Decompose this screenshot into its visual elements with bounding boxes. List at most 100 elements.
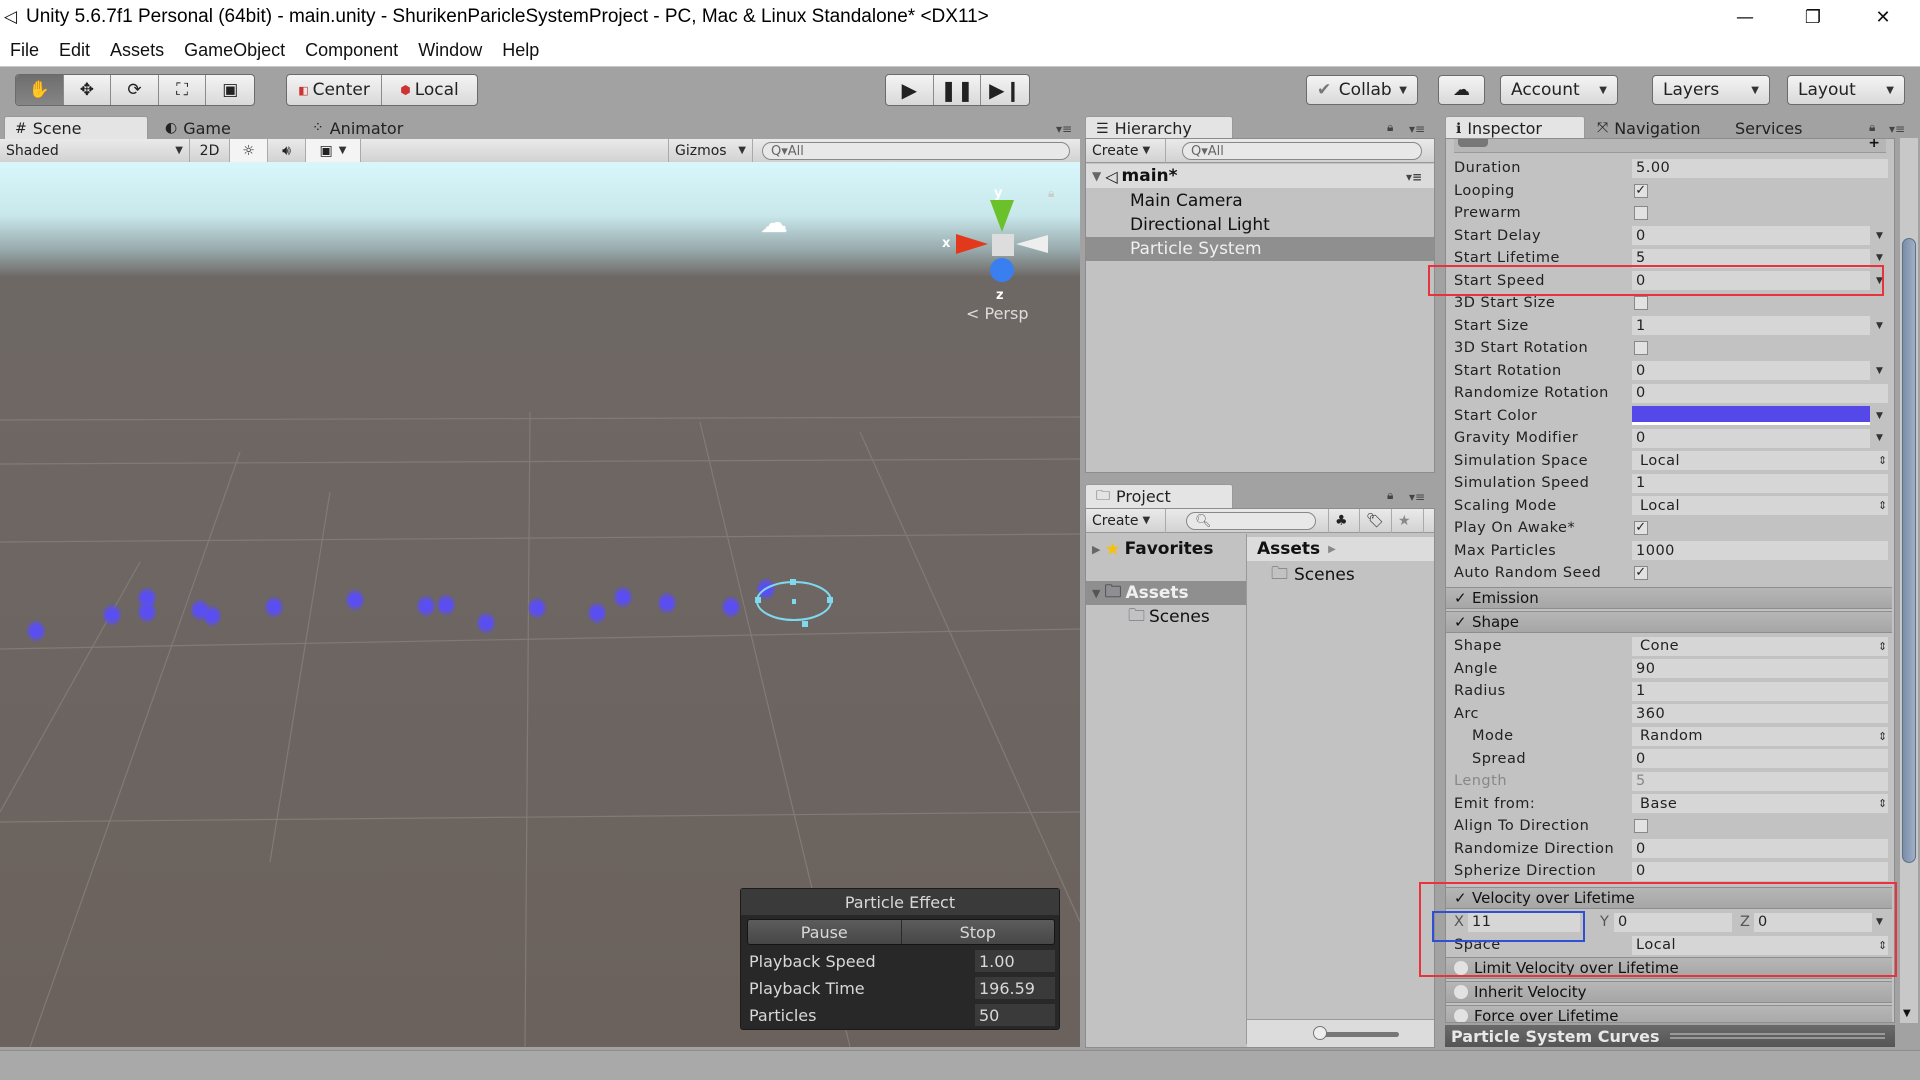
hierarchy-item-particle-system[interactable]: Particle System bbox=[1086, 237, 1434, 261]
tree-item-assets[interactable]: ▼ 🗀 Assets bbox=[1086, 581, 1246, 605]
camera-gizmo-icon[interactable]: ☁ bbox=[760, 206, 788, 239]
rect-tool-button[interactable]: ▣ bbox=[206, 75, 254, 105]
prop-field[interactable]: 360 bbox=[1632, 704, 1888, 723]
curve-mode-dropdown-icon[interactable]: ▼ bbox=[1876, 366, 1883, 376]
close-button[interactable]: ✕ bbox=[1848, 0, 1918, 34]
prop-checkbox[interactable] bbox=[1634, 206, 1648, 220]
pivot-center-button[interactable]: ◧ Center bbox=[287, 75, 382, 105]
prop-dropdown[interactable]: Random bbox=[1632, 726, 1888, 746]
project-search-input[interactable]: 🔍︎ bbox=[1186, 512, 1316, 530]
tab-navigation[interactable]: ⤧ Navigation bbox=[1587, 116, 1711, 140]
curve-mode-dropdown-icon[interactable]: ▼ bbox=[1876, 411, 1883, 421]
play-button[interactable]: ▶ bbox=[886, 75, 934, 105]
prop-checkbox[interactable]: ✓ bbox=[1634, 521, 1648, 535]
tree-item-scenes[interactable]: 🗀 Scenes bbox=[1086, 605, 1246, 629]
prop-field[interactable]: 0 bbox=[1632, 428, 1870, 448]
scroll-down-icon[interactable]: ▼ bbox=[1903, 1008, 1911, 1019]
menu-window[interactable]: Window bbox=[418, 40, 482, 61]
lock-icon[interactable]: 🔒︎ bbox=[1387, 488, 1393, 503]
prop-field[interactable]: 1 bbox=[1632, 316, 1870, 335]
prop-checkbox[interactable] bbox=[1634, 296, 1648, 310]
center-cube[interactable] bbox=[992, 234, 1014, 256]
prop-checkbox[interactable]: ✓ bbox=[1634, 566, 1648, 580]
scene-root[interactable]: ▼ ◁ main* ▾≡ bbox=[1086, 164, 1434, 188]
pause-effect-button[interactable]: Pause bbox=[748, 920, 902, 944]
scene-search-input[interactable]: Q▾ All bbox=[762, 142, 1070, 160]
layout-dropdown[interactable]: Layout ▼ bbox=[1787, 75, 1905, 105]
filter-by-type-button[interactable]: ♣ bbox=[1328, 508, 1360, 533]
tab-inspector[interactable]: ℹ Inspector bbox=[1445, 116, 1585, 140]
lock-icon[interactable]: 🔒︎ bbox=[1869, 120, 1875, 135]
tab-services[interactable]: Services bbox=[1725, 116, 1812, 140]
panel-menu-icon[interactable]: ▾≡ bbox=[1409, 490, 1425, 504]
collab-dropdown[interactable]: ✔ Collab ▼ bbox=[1306, 75, 1418, 105]
emitter-selection-ring[interactable] bbox=[755, 579, 845, 629]
lock-icon[interactable]: 🔒︎ bbox=[1048, 186, 1054, 201]
prop-field[interactable]: 0 bbox=[1632, 749, 1888, 768]
account-dropdown[interactable]: Account ▼ bbox=[1500, 75, 1618, 105]
menu-help[interactable]: Help bbox=[502, 40, 539, 61]
particle-system-curves-header[interactable]: Particle System Curves bbox=[1445, 1025, 1895, 1047]
prop-field[interactable]: 0 bbox=[1632, 361, 1870, 380]
panel-menu-icon[interactable]: ▾≡ bbox=[1056, 122, 1072, 136]
prop-field[interactable]: 5.00 bbox=[1632, 158, 1888, 178]
expand-arrow-icon[interactable]: ▶ bbox=[1092, 543, 1100, 556]
move-tool-button[interactable]: ✥ bbox=[64, 75, 112, 105]
hierarchy-search-input[interactable]: Q▾ All bbox=[1182, 142, 1422, 160]
playback-time-field[interactable]: 196.59 bbox=[975, 977, 1055, 999]
tab-game[interactable]: ◐ Game bbox=[155, 116, 241, 140]
menu-assets[interactable]: Assets bbox=[110, 40, 164, 61]
icon-size-slider-handle[interactable] bbox=[1313, 1026, 1327, 1040]
projection-toggle[interactable]: < Persp bbox=[966, 304, 1029, 323]
step-button[interactable]: ▶❙ bbox=[981, 75, 1029, 105]
curve-mode-dropdown-icon[interactable]: ▼ bbox=[1876, 253, 1883, 263]
prop-dropdown[interactable]: Cone bbox=[1632, 636, 1888, 656]
checkmark-icon[interactable]: ✓ bbox=[1454, 613, 1472, 631]
tab-hierarchy[interactable]: ☰ Hierarchy bbox=[1085, 116, 1233, 140]
hierarchy-create-button[interactable]: Create ▼ bbox=[1086, 138, 1166, 163]
rotate-tool-button[interactable]: ⟳ bbox=[111, 75, 159, 105]
filter-by-label-button[interactable]: 🏷︎ bbox=[1360, 508, 1392, 533]
checkmark-icon[interactable]: ✓ bbox=[1454, 589, 1472, 607]
curve-mode-dropdown-icon[interactable]: ▼ bbox=[1876, 321, 1883, 331]
icon-size-slider-track[interactable] bbox=[1319, 1032, 1399, 1037]
prop-checkbox[interactable] bbox=[1634, 341, 1648, 355]
project-breadcrumb[interactable]: Assets ▶ bbox=[1247, 537, 1434, 561]
prop-field[interactable]: 0 bbox=[1632, 861, 1888, 881]
panel-menu-icon[interactable]: ▾≡ bbox=[1409, 122, 1425, 136]
minimize-button[interactable]: — bbox=[1710, 0, 1780, 34]
prop-field[interactable]: 1000 bbox=[1632, 541, 1888, 560]
prop-dropdown[interactable]: Base bbox=[1632, 794, 1888, 813]
menu-gameobject[interactable]: GameObject bbox=[184, 40, 285, 61]
layers-dropdown[interactable]: Layers ▼ bbox=[1652, 75, 1770, 105]
start-color-swatch[interactable] bbox=[1632, 406, 1870, 425]
draw-mode-dropdown[interactable]: Shaded ▼ bbox=[0, 138, 190, 163]
module-force-over-lifetime[interactable]: Force over Lifetime bbox=[1446, 1005, 1892, 1022]
scale-tool-button[interactable]: ⛶ bbox=[159, 75, 207, 105]
prop-checkbox[interactable] bbox=[1634, 819, 1648, 833]
prop-field[interactable]: 0 bbox=[1632, 226, 1870, 245]
module-emission[interactable]: ✓ Emission bbox=[1446, 587, 1892, 609]
pivot-local-button[interactable]: ⬢ Local bbox=[382, 75, 477, 105]
pause-button[interactable]: ❚❚ bbox=[934, 75, 982, 105]
stop-effect-button[interactable]: Stop bbox=[902, 920, 1055, 944]
orientation-gizmo[interactable]: y x z bbox=[940, 184, 1060, 304]
scene-menu-icon[interactable]: ▾≡ bbox=[1406, 170, 1422, 184]
module-shape[interactable]: ✓ Shape bbox=[1446, 611, 1892, 633]
prop-dropdown[interactable]: Local bbox=[1632, 496, 1888, 515]
tab-scene[interactable]: # Scene bbox=[4, 116, 148, 140]
y-axis-cone[interactable] bbox=[990, 200, 1014, 232]
curve-mode-dropdown-icon[interactable]: ▼ bbox=[1876, 231, 1883, 241]
gizmos-dropdown[interactable]: Gizmos ▼ bbox=[668, 138, 753, 163]
panel-menu-icon[interactable]: ▾≡ bbox=[1889, 122, 1905, 136]
project-create-button[interactable]: Create ▼ bbox=[1086, 508, 1166, 533]
expand-arrow-icon[interactable]: ▼ bbox=[1092, 587, 1100, 600]
hierarchy-item-main-camera[interactable]: Main Camera bbox=[1086, 189, 1434, 213]
prop-dropdown[interactable]: Local bbox=[1632, 451, 1888, 470]
favorites-button[interactable]: ★ bbox=[1392, 508, 1424, 533]
prop-field[interactable]: 1 bbox=[1632, 473, 1888, 493]
tab-project[interactable]: 🗀 Project bbox=[1085, 484, 1233, 508]
prop-checkbox[interactable]: ✓ bbox=[1634, 183, 1648, 198]
asset-item-scenes[interactable]: 🗀 Scenes bbox=[1247, 563, 1434, 587]
x-axis-cone[interactable] bbox=[956, 234, 988, 254]
